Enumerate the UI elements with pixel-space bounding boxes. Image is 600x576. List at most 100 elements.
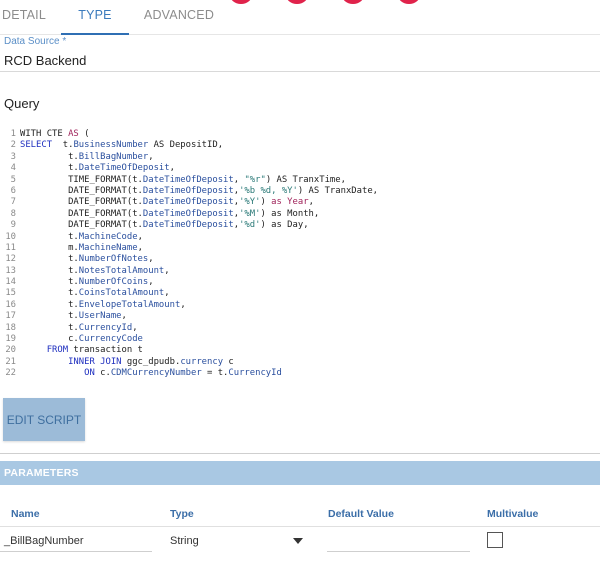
code-token: ) as Day, bbox=[260, 220, 309, 231]
code-line: 17 t.UserName, bbox=[0, 311, 600, 322]
tab-type[interactable]: TYPE bbox=[61, 0, 129, 35]
parameter-name-underline bbox=[0, 551, 152, 552]
code-token: c bbox=[223, 356, 234, 367]
multivalue-checkbox[interactable] bbox=[487, 532, 503, 548]
code-text: t.DateTimeOfDeposit, bbox=[20, 163, 175, 174]
edit-script-button[interactable]: EDIT SCRIPT bbox=[3, 398, 85, 441]
code-token: DateTimeOfDeposit bbox=[142, 197, 234, 208]
line-number: 1 bbox=[10, 129, 16, 139]
code-token: MachineCode bbox=[78, 231, 138, 242]
line-number: 2 bbox=[10, 140, 16, 151]
code-token: t. bbox=[20, 311, 79, 322]
tab-advanced[interactable]: ADVANCED bbox=[143, 0, 215, 35]
code-token: m. bbox=[20, 242, 79, 253]
line-number: 18 bbox=[5, 322, 16, 333]
code-text: DATE_FORMAT(t.DateTimeOfDeposit,'%b %d, … bbox=[20, 186, 378, 197]
code-text: INNER JOIN ggc_dpudb.currency c bbox=[20, 357, 234, 368]
decoration-dot bbox=[286, 0, 308, 4]
code-line: 22 ON c.CDMCurrencyNumber = t.CurrencyId bbox=[0, 368, 600, 379]
default-value-input[interactable] bbox=[327, 551, 470, 552]
code-token: = t. bbox=[201, 368, 229, 379]
parameters-header: PARAMETERS bbox=[0, 461, 600, 485]
code-token: CurrencyId bbox=[78, 322, 133, 333]
code-text: DATE_FORMAT(t.DateTimeOfDeposit,'%M') as… bbox=[20, 209, 319, 220]
code-text: t.NumberOfCoins, bbox=[20, 277, 154, 288]
code-token: ) as Month, bbox=[260, 208, 320, 219]
code-text: TIME_FORMAT(t.DateTimeOfDeposit, "%r") A… bbox=[20, 175, 346, 186]
code-line: 14 t.NumberOfCoins, bbox=[0, 277, 600, 288]
code-token: DATE_FORMAT(t. bbox=[20, 185, 143, 196]
code-token: SELECT bbox=[20, 140, 53, 151]
code-token: t. bbox=[20, 322, 79, 333]
code-token: CurrencyCode bbox=[78, 334, 143, 345]
code-token: , bbox=[148, 254, 154, 265]
code-line: 15 t.CoinsTotalAmount, bbox=[0, 288, 600, 299]
data-source-underline bbox=[0, 71, 600, 72]
code-token: CDMCurrencyNumber bbox=[110, 368, 202, 379]
code-line: 11 m.MachineName, bbox=[0, 243, 600, 254]
line-number: 7 bbox=[10, 197, 16, 208]
code-text: DATE_FORMAT(t.DateTimeOfDeposit,'%d') as… bbox=[20, 220, 309, 231]
code-token: ( bbox=[78, 129, 90, 139]
code-token: t. bbox=[20, 288, 79, 299]
code-token: transaction t bbox=[68, 345, 143, 356]
code-token: t. bbox=[20, 254, 79, 265]
code-token: INNER JOIN bbox=[68, 356, 122, 367]
code-text: t.NotesTotalAmount, bbox=[20, 266, 170, 277]
header-divider bbox=[0, 526, 600, 527]
code-token: FROM bbox=[46, 345, 69, 356]
code-text: t.NumberOfNotes, bbox=[20, 254, 154, 265]
parameter-type-select[interactable]: String bbox=[170, 535, 199, 547]
line-number: 14 bbox=[5, 277, 16, 288]
tab-bar: DETAIL TYPE ADVANCED bbox=[0, 0, 600, 35]
code-token: CurrencyId bbox=[228, 368, 282, 379]
parameter-name-input[interactable]: _BillBagNumber bbox=[4, 535, 83, 547]
code-line: 18 t.CurrencyId, bbox=[0, 323, 600, 334]
code-line: 16 t.EnvelopeTotalAmount, bbox=[0, 300, 600, 311]
line-number: 9 bbox=[10, 220, 16, 231]
line-number: 15 bbox=[5, 288, 16, 299]
code-token: , bbox=[121, 311, 127, 322]
code-text: c.CurrencyCode bbox=[20, 334, 143, 345]
data-source-field[interactable]: RCD Backend bbox=[4, 53, 86, 68]
code-token: CoinsTotalAmount bbox=[78, 288, 165, 299]
line-number: 20 bbox=[5, 345, 16, 356]
code-token: ) AS TranxDate, bbox=[297, 185, 379, 196]
decoration-dot bbox=[398, 0, 420, 4]
code-token: TIME_FORMAT(t. bbox=[20, 174, 143, 185]
code-token: t. bbox=[20, 299, 79, 310]
code-token: t. bbox=[20, 231, 79, 242]
code-text: FROM transaction t bbox=[20, 345, 143, 356]
code-line: 20 FROM transaction t bbox=[0, 345, 600, 356]
code-token: "%r" bbox=[244, 174, 266, 185]
chevron-down-icon[interactable] bbox=[293, 538, 303, 544]
code-token: , bbox=[233, 174, 245, 185]
code-line: 7 DATE_FORMAT(t.DateTimeOfDeposit, '%Y') … bbox=[0, 197, 600, 208]
code-token: c. bbox=[20, 334, 79, 345]
line-number: 19 bbox=[5, 334, 16, 345]
code-token: as Year bbox=[271, 197, 309, 208]
code-token: EnvelopeTotalAmount bbox=[78, 299, 181, 310]
code-token: , bbox=[137, 231, 143, 242]
line-number: 22 bbox=[5, 368, 16, 379]
code-token: t. bbox=[20, 163, 79, 174]
tab-detail[interactable]: DETAIL bbox=[0, 0, 48, 35]
code-text: t.CoinsTotalAmount, bbox=[20, 288, 170, 299]
code-token: AS bbox=[68, 129, 79, 139]
code-text: t.CurrencyId, bbox=[20, 322, 137, 334]
code-token: BillBagNumber bbox=[78, 151, 149, 162]
code-token: , bbox=[180, 299, 186, 310]
code-token: '%d' bbox=[239, 220, 261, 231]
code-token: NumberOfCoins bbox=[78, 277, 149, 288]
code-token: , bbox=[164, 288, 170, 299]
code-text: ON c.CDMCurrencyNumber = t.CurrencyId bbox=[20, 368, 282, 379]
code-token: NumberOfNotes bbox=[78, 254, 149, 265]
line-number: 5 bbox=[10, 174, 16, 185]
code-token: currency bbox=[180, 356, 224, 367]
line-number: 16 bbox=[5, 299, 16, 310]
query-editor[interactable]: 1 WITH CTE AS (2 SELECT t.BusinessNumber A… bbox=[0, 129, 600, 380]
code-line: 5 TIME_FORMAT(t.DateTimeOfDeposit, "%r")… bbox=[0, 175, 600, 186]
query-title: Query bbox=[4, 96, 40, 111]
